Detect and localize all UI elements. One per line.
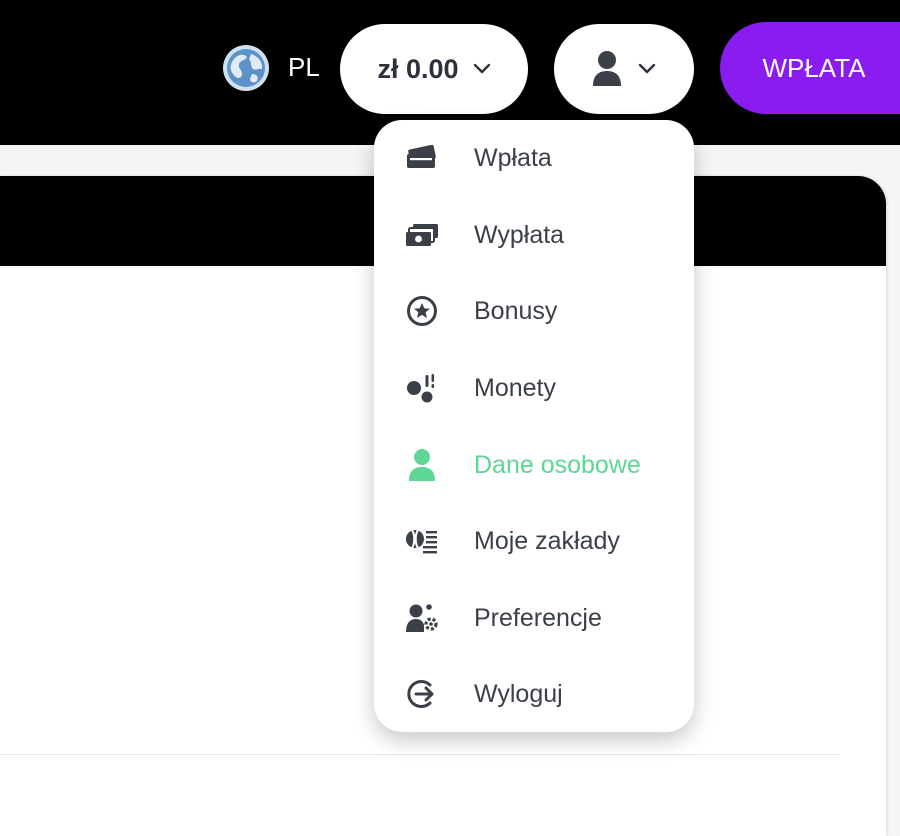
menu-item-label: Bonusy: [474, 296, 558, 325]
menu-item-label: Preferencje: [474, 603, 602, 632]
menu-item-deposit[interactable]: Wpłata: [374, 128, 694, 188]
menu-item-withdraw[interactable]: Wypłata: [374, 205, 694, 265]
menu-item-coins[interactable]: Monety: [374, 358, 694, 418]
chevron-down-icon: [473, 63, 490, 74]
deposit-button[interactable]: WPŁATA: [720, 22, 900, 114]
user-icon: [404, 447, 440, 483]
menu-item-label: Dane osobowe: [474, 450, 641, 479]
divider: [0, 754, 840, 755]
globe-icon[interactable]: [222, 44, 270, 92]
user-settings-icon: [404, 600, 440, 636]
menu-item-my-bets[interactable]: Moje zakłady: [374, 511, 694, 571]
menu-item-preferences[interactable]: Preferencje: [374, 588, 694, 648]
menu-item-label: Wpłata: [474, 143, 552, 172]
star-circle-icon: [404, 293, 440, 329]
menu-item-label: Monety: [474, 373, 556, 402]
menu-item-logout[interactable]: Wyloguj: [374, 664, 694, 724]
cash-icon: [404, 217, 440, 253]
menu-item-bonuses[interactable]: Bonusy: [374, 281, 694, 341]
user-icon: [593, 51, 621, 86]
menu-item-label: Moje zakłady: [474, 526, 620, 555]
account-menu-button[interactable]: [554, 24, 694, 114]
language-selector[interactable]: PL: [288, 52, 320, 83]
chevron-down-icon: [638, 63, 656, 74]
account-dropdown-menu: Wpłata Wypłata Bonusy Monety Dane osobow…: [374, 120, 694, 732]
menu-item-personal-data[interactable]: Dane osobowe: [374, 435, 694, 495]
balance-value: zł 0.00: [377, 53, 459, 84]
menu-item-label: Wypłata: [474, 220, 565, 249]
logout-icon: [404, 676, 440, 712]
menu-item-label: Wyloguj: [474, 679, 563, 708]
ball-list-icon: [404, 523, 440, 559]
coins-icon: [404, 370, 440, 406]
balance-dropdown[interactable]: zł 0.00: [340, 24, 528, 114]
wallet-card-icon: [404, 140, 440, 176]
